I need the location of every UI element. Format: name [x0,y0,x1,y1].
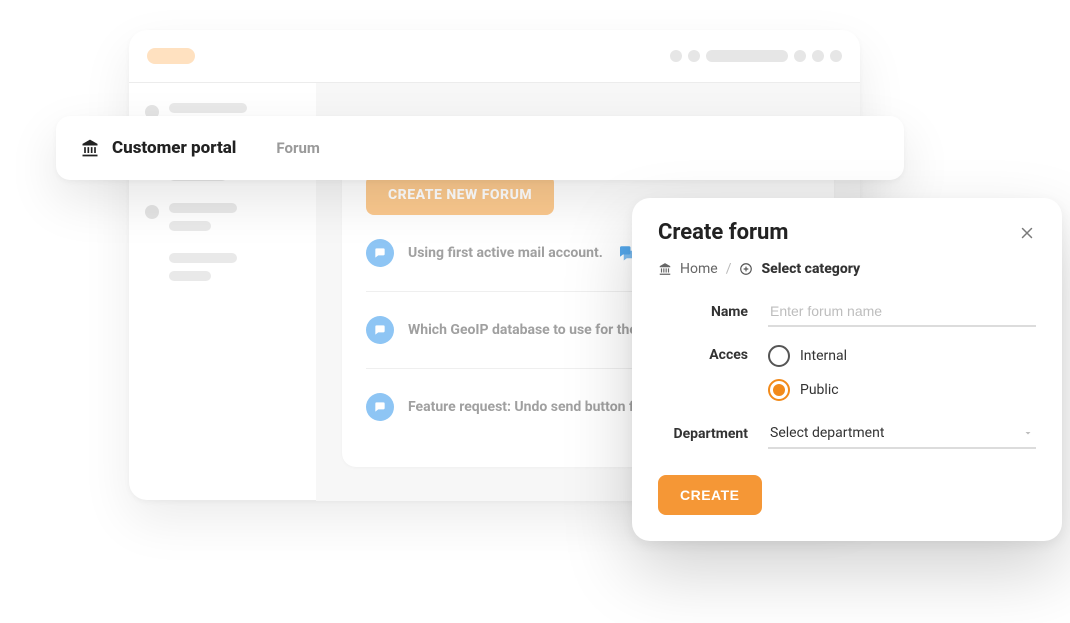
name-label: Name [658,304,748,320]
create-new-forum-button[interactable]: CREATE NEW FORUM [366,175,554,215]
access-radio-public[interactable]: Public [768,379,1036,401]
control-dot [812,50,824,62]
portal-icon [80,138,100,158]
forum-title: Feature request: Undo send button for e [408,399,658,415]
access-radio-internal[interactable]: Internal [768,345,1036,367]
department-label: Department [658,426,748,442]
breadcrumb-select-category[interactable]: Select category [761,261,860,277]
control-dot [688,50,700,62]
forum-title: Which GeoIP database to use for the Liv [408,322,659,338]
portal-title: Customer portal [112,138,236,158]
department-select[interactable]: Select department [768,419,1036,449]
modal-title: Create forum [658,220,788,245]
control-dot [670,50,682,62]
access-public-label: Public [800,382,839,398]
control-dot [830,50,842,62]
browser-toolbar [129,30,860,83]
access-internal-label: Internal [800,348,847,364]
browser-controls [670,50,842,62]
chat-icon [366,393,394,421]
chat-icon [366,239,394,267]
chat-icon [366,316,394,344]
breadcrumb-home[interactable]: Home [680,261,718,277]
forum-name-input[interactable] [768,297,1036,327]
access-label: Acces [658,345,748,363]
control-dot [794,50,806,62]
plus-circle-icon [739,262,753,276]
header-strip: Customer portal Forum [56,116,904,180]
create-button[interactable]: CREATE [658,475,762,515]
chevron-down-icon [1022,427,1034,439]
tab-forum[interactable]: Forum [276,139,319,157]
create-forum-modal: Create forum Home / Select category Name… [632,198,1062,541]
department-value: Select department [770,425,884,441]
breadcrumb: Home / Select category [658,261,1036,277]
close-icon[interactable] [1018,224,1036,242]
control-bar [706,50,788,62]
forum-title: Using first active mail account. [408,245,603,261]
home-icon [658,262,672,276]
address-pill [147,48,195,64]
